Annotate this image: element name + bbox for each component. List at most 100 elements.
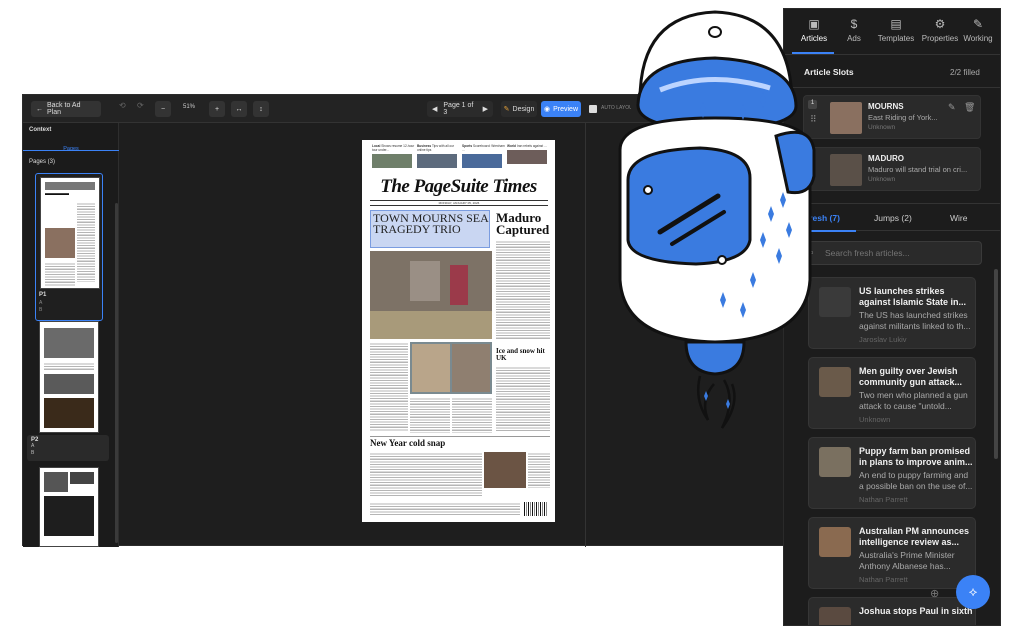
assistant-fab[interactable]: ⟡ [956, 575, 990, 609]
bottom-photo [484, 452, 526, 488]
tab-wire[interactable]: Wire [950, 213, 967, 223]
context-label: Context [29, 127, 52, 133]
zoom-icon[interactable]: ⊕ [930, 587, 939, 600]
section-divider [370, 436, 550, 437]
article-summary: Australia's Prime Minister Anthony Alban… [859, 550, 955, 571]
tab-templates[interactable]: ▤ Templates [874, 17, 918, 43]
article-author: Unknown [859, 415, 891, 424]
slot-1-title: MOURNS [868, 102, 904, 111]
trash-icon[interactable]: 🗑 [964, 102, 975, 113]
article-summary: Two men who planned a gun attack to caus… [859, 390, 968, 411]
document-icon: ▤ [890, 17, 902, 31]
robot-chest-panel [626, 146, 752, 266]
slot-2-author: Unknown [868, 176, 896, 183]
preview-mode-button[interactable]: ◉ Preview [541, 101, 581, 117]
article-card[interactable]: Australian PM announces intelligence rev… [808, 517, 976, 589]
canvas-divider [585, 123, 586, 547]
dateline: MONDAY, JANUARY 05, 2026 [370, 200, 548, 206]
sparkle-icon: ⟡ [968, 584, 978, 599]
article-card[interactable]: Puppy farm ban promised in plans to impr… [808, 437, 976, 509]
tab-working[interactable]: ✎ Working [956, 17, 1000, 43]
topic-sports[interactable]: Sports Scoreboard: Wrexham ... [462, 144, 506, 168]
pages-count: Pages (3) [29, 159, 56, 165]
slot-1-subtitle: East Riding of York... [868, 113, 938, 122]
tab-ads[interactable]: $ Ads [832, 17, 876, 43]
tab-properties-label: Properties [921, 34, 959, 43]
masthead: The PageSuite Times [380, 176, 537, 197]
fit-width-button[interactable]: ↔ [231, 101, 247, 117]
article-summary: The US has launched strikes against mili… [859, 310, 971, 331]
redo-icon[interactable]: ⟳ [137, 101, 144, 110]
money-bag-icon: $ [850, 17, 858, 31]
topic-world[interactable]: World Iran rebels against ... [507, 144, 551, 164]
slot-2-thumbnail [830, 154, 862, 186]
lead-photo [370, 251, 492, 339]
tab-pages-label: Pages [63, 146, 79, 152]
design-mode-button[interactable]: ✎ Design [501, 101, 537, 117]
undo-icon[interactable]: ⟲ [119, 101, 126, 110]
article-summary: An end to puppy farming and a possible b… [859, 470, 973, 491]
article-thumbnail [819, 607, 851, 625]
edit-icon[interactable]: ✎ [948, 102, 956, 113]
page-1-sub-a: A [39, 300, 43, 306]
side-headline: Maduro Captured [496, 210, 550, 238]
topic-business[interactable]: Business Tips with all our online tips [417, 144, 461, 168]
back-to-ad-plan-button[interactable]: ← Back to Ad Plan [31, 101, 101, 117]
article-card[interactable]: US launches strikes against Islamic Stat… [808, 277, 976, 349]
page-navigator[interactable]: ◀ Page 1 of 3 ▶ [427, 101, 493, 117]
topic-local[interactable]: Local Shows resume 12-hour tour under... [372, 144, 416, 168]
robot-thruster [684, 340, 746, 376]
page-1-sub-b: B [39, 307, 43, 313]
tab-pages[interactable]: Pages [23, 137, 119, 152]
lead-headline: TOWN MOURNS SEA TRAGEDY TRIO [373, 211, 489, 237]
prev-page-icon[interactable]: ◀ [432, 105, 437, 113]
article-card[interactable]: Men guilty over Jewish community gun att… [808, 357, 976, 429]
page-2-card[interactable]: P2 A B [27, 435, 109, 461]
article-title: US launches strikes against Islamic Stat… [859, 286, 967, 307]
pages-sidebar: Context Pages Pages (3) ▬▬▬▬ P1 A B P2 A… [23, 123, 119, 547]
page-3-thumbnail[interactable] [39, 467, 99, 547]
back-label: Back to Ad Plan [47, 102, 81, 116]
article-title: Australian PM announces intelligence rev… [859, 526, 970, 547]
article-title: Joshua stops Paul in sixth [859, 606, 973, 616]
search-input[interactable] [825, 246, 975, 260]
mid-headline: Ice and snow hit UK [496, 347, 545, 362]
auto-layout-checkbox[interactable] [589, 105, 597, 113]
article-thumbnail [819, 447, 851, 477]
article-author: Jaroslav Lukiv [859, 335, 907, 344]
article-card[interactable]: Joshua stops Paul in sixth [808, 597, 976, 625]
tab-templates-label: Templates [877, 34, 915, 43]
slot-1-author: Unknown [868, 124, 896, 131]
next-page-icon[interactable]: ▶ [483, 105, 488, 113]
bottom-headline: New Year cold snap [370, 438, 446, 448]
slots-count: 2/2 filled [950, 68, 980, 77]
zoom-out-button[interactable]: − [155, 101, 171, 117]
pencil-icon: ✎ [503, 106, 510, 113]
newspaper-page[interactable]: Local Shows resume 12-hour tour under...… [362, 140, 555, 522]
robot-mascot [618, 10, 816, 429]
lead-headline-box[interactable]: TOWN MOURNS SEA TRAGEDY TRIO [370, 210, 490, 248]
page-1-thumbnail: ▬▬▬▬ [40, 177, 100, 289]
pages-scrollbar[interactable] [115, 203, 118, 543]
page-2-thumbnail[interactable] [39, 321, 99, 433]
panel-scrollbar[interactable] [994, 269, 998, 459]
article-thumbnail [819, 527, 851, 557]
barcode [524, 502, 548, 516]
article-title: Men guilty over Jewish community gun att… [859, 366, 963, 387]
tab-ads-label: Ads [847, 34, 861, 43]
preview-label: Preview [553, 105, 579, 113]
slot-1-thumbnail [830, 102, 862, 134]
page-2-sub-b: B [31, 450, 35, 456]
page-2-sub-a: A [31, 443, 35, 449]
zoom-in-button[interactable]: + [209, 101, 225, 117]
tab-jumps[interactable]: Jumps (2) [874, 213, 912, 223]
page-1-masthead: ▬▬▬▬ [45, 191, 69, 197]
wrench-icon: ✎ [972, 17, 984, 31]
fit-height-button[interactable]: ↕ [253, 101, 269, 117]
tab-working-label: Working [963, 34, 993, 43]
zoom-level: 51% [183, 104, 196, 110]
inset-photo [410, 342, 492, 394]
page-1-card[interactable]: ▬▬▬▬ P1 A B [35, 173, 103, 321]
article-title: Puppy farm ban promised in plans to impr… [859, 446, 973, 467]
slot-2-title: MADURO [868, 154, 904, 163]
